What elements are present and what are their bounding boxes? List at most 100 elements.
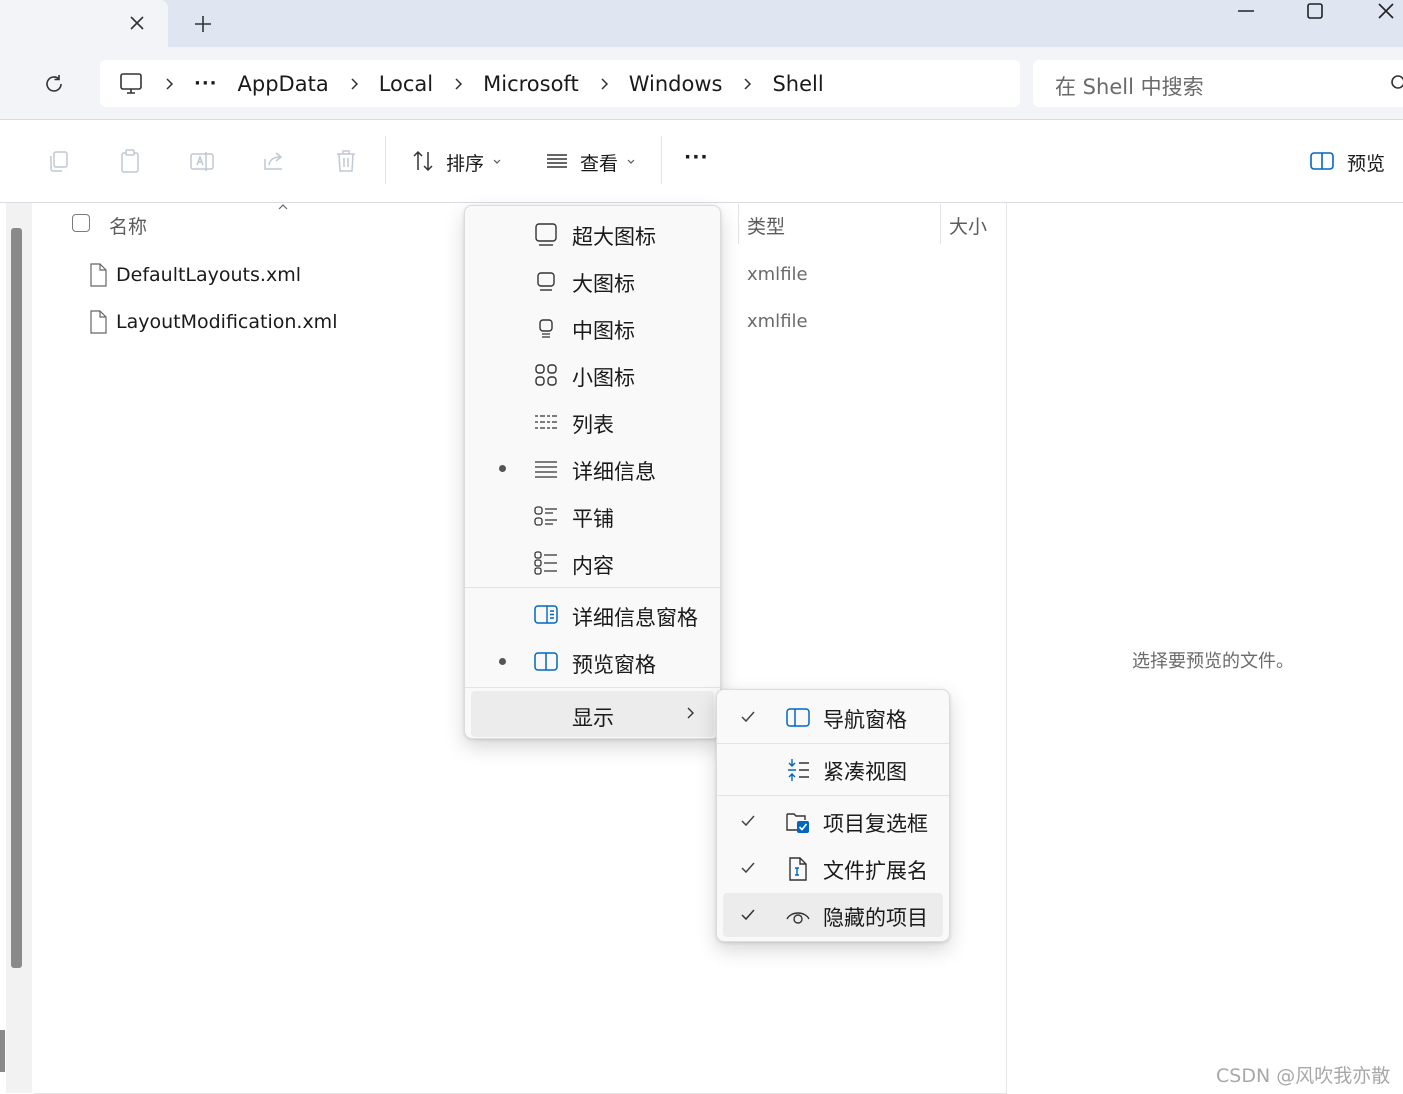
breadcrumb-shell[interactable]: Shell xyxy=(772,72,823,96)
menu-item-label: 预览窗格 xyxy=(572,653,656,677)
menu-item-medium-icons[interactable]: 中图标 xyxy=(471,304,714,350)
column-header-name[interactable]: 名称 xyxy=(109,212,147,239)
file-icon xyxy=(88,310,108,334)
refresh-icon[interactable] xyxy=(42,72,66,96)
menu-item-label: 大图标 xyxy=(572,272,635,296)
sort-button[interactable]: 排序 xyxy=(408,146,518,176)
menu-item-label: 内容 xyxy=(572,554,614,578)
menu-item-label: 详细信息 xyxy=(572,460,656,484)
column-divider[interactable] xyxy=(940,204,941,244)
toolbar-divider xyxy=(661,136,662,184)
menu-item-label: 详细信息窗格 xyxy=(572,606,698,630)
menu-item-details-pane[interactable]: 详细信息窗格 xyxy=(471,591,714,637)
menu-item-label: 紧凑视图 xyxy=(823,760,907,784)
menu-item-compact-view[interactable]: 紧凑视图 xyxy=(723,747,943,791)
plus-icon[interactable] xyxy=(191,12,215,36)
selected-indicator xyxy=(499,465,506,472)
breadcrumb[interactable]: ··· AppData Local Microsoft Windows Shel… xyxy=(100,60,1020,107)
show-submenu: 导航窗格 紧凑视图 项目复选框 文件扩展名 隐藏的项目 xyxy=(716,689,950,942)
select-all-checkbox[interactable] xyxy=(72,214,90,232)
navigation-pane-icon xyxy=(785,705,811,731)
menu-item-label: 文件扩展名 xyxy=(823,859,928,883)
chevron-right-icon[interactable] xyxy=(162,77,176,91)
chevron-right-icon[interactable] xyxy=(597,77,611,91)
menu-divider xyxy=(717,743,949,744)
column-header-type[interactable]: 类型 xyxy=(747,212,785,239)
this-pc-icon[interactable] xyxy=(118,71,144,97)
menu-item-content[interactable]: 内容 xyxy=(471,539,714,585)
menu-item-label: 中图标 xyxy=(572,319,635,343)
content-icon xyxy=(533,550,559,576)
check-icon xyxy=(739,813,757,829)
preview-message: 选择要预览的文件。 xyxy=(1132,651,1294,672)
medium-icons-icon xyxy=(533,315,559,341)
details-icon xyxy=(533,456,559,482)
breadcrumb-microsoft[interactable]: Microsoft xyxy=(483,72,579,96)
extra-large-icons-icon xyxy=(533,221,559,247)
menu-item-large-icons[interactable]: 大图标 xyxy=(471,257,714,303)
menu-item-small-icons[interactable]: 小图标 xyxy=(471,351,714,397)
menu-item-navigation-pane[interactable]: 导航窗格 xyxy=(723,695,943,739)
sort-label: 排序 xyxy=(446,153,485,175)
file-name: DefaultLayouts.xml xyxy=(116,264,301,286)
minimize-icon[interactable] xyxy=(1216,0,1276,24)
preview-label: 预览 xyxy=(1347,153,1386,175)
column-divider[interactable] xyxy=(738,204,739,244)
menu-item-list[interactable]: 列表 xyxy=(471,398,714,444)
menu-item-label: 导航窗格 xyxy=(823,708,907,732)
breadcrumb-overflow[interactable]: ··· xyxy=(194,73,218,94)
check-icon xyxy=(739,709,757,725)
menu-item-extra-large-icons[interactable]: 超大图标 xyxy=(471,210,714,256)
scrollbar-thumb-secondary[interactable] xyxy=(0,1030,5,1072)
scrollbar-thumb[interactable] xyxy=(11,228,22,968)
check-icon xyxy=(739,907,757,923)
menu-item-file-extensions[interactable]: 文件扩展名 xyxy=(723,846,943,890)
breadcrumb-windows[interactable]: Windows xyxy=(629,72,723,96)
window-close-icon[interactable] xyxy=(1355,0,1403,24)
column-header-size[interactable]: 大小 xyxy=(949,212,987,239)
tiles-icon xyxy=(533,503,559,529)
file-name: LayoutModification.xml xyxy=(116,311,338,333)
delete-icon[interactable] xyxy=(332,147,360,175)
file-icon xyxy=(88,263,108,287)
chevron-down-icon xyxy=(626,157,636,167)
item-checkboxes-icon xyxy=(785,809,811,835)
share-icon[interactable] xyxy=(260,147,288,175)
search-input[interactable]: 在 Shell 中搜索 xyxy=(1033,60,1403,107)
paste-icon[interactable] xyxy=(116,147,144,175)
rename-icon[interactable] xyxy=(188,147,216,175)
menu-item-item-checkboxes[interactable]: 项目复选框 xyxy=(723,799,943,843)
chevron-right-icon[interactable] xyxy=(347,77,361,91)
menu-item-show[interactable]: 显示 xyxy=(471,691,714,737)
menu-item-preview-pane[interactable]: 预览窗格 xyxy=(471,638,714,684)
list-icon xyxy=(533,409,559,435)
breadcrumb-local[interactable]: Local xyxy=(379,72,433,96)
menu-item-label: 项目复选框 xyxy=(823,812,928,836)
view-label: 查看 xyxy=(580,153,619,175)
more-options-button[interactable]: ··· xyxy=(684,146,709,168)
compact-view-icon xyxy=(785,757,811,783)
check-icon xyxy=(739,860,757,876)
preview-pane-icon xyxy=(1309,148,1335,174)
view-menu: 超大图标 大图标 中图标 小图标 列表 详细信息 平铺 内容 详细信息窗格 预览… xyxy=(464,205,721,739)
chevron-right-icon[interactable] xyxy=(451,77,465,91)
view-button[interactable]: 查看 xyxy=(542,146,652,176)
maximize-icon[interactable] xyxy=(1285,0,1345,24)
chevron-right-icon[interactable] xyxy=(740,77,754,91)
hidden-items-icon xyxy=(785,903,811,929)
menu-divider xyxy=(465,687,720,688)
copy-icon[interactable] xyxy=(45,147,73,175)
menu-item-details[interactable]: 详细信息 xyxy=(471,445,714,491)
watermark: CSDN @风吹我亦散 xyxy=(1216,1065,1391,1087)
search-placeholder: 在 Shell 中搜索 xyxy=(1055,75,1204,99)
breadcrumb-appdata[interactable]: AppData xyxy=(238,72,329,96)
menu-item-label: 小图标 xyxy=(572,366,635,390)
menu-item-label: 显示 xyxy=(572,706,614,730)
menu-item-tiles[interactable]: 平铺 xyxy=(471,492,714,538)
search-icon[interactable] xyxy=(1389,73,1403,93)
selected-indicator xyxy=(499,658,506,665)
menu-item-hidden-items[interactable]: 隐藏的项目 xyxy=(723,893,943,937)
menu-item-label: 超大图标 xyxy=(572,225,656,249)
close-icon[interactable] xyxy=(126,12,148,34)
preview-button[interactable]: 预览 xyxy=(1309,146,1389,176)
